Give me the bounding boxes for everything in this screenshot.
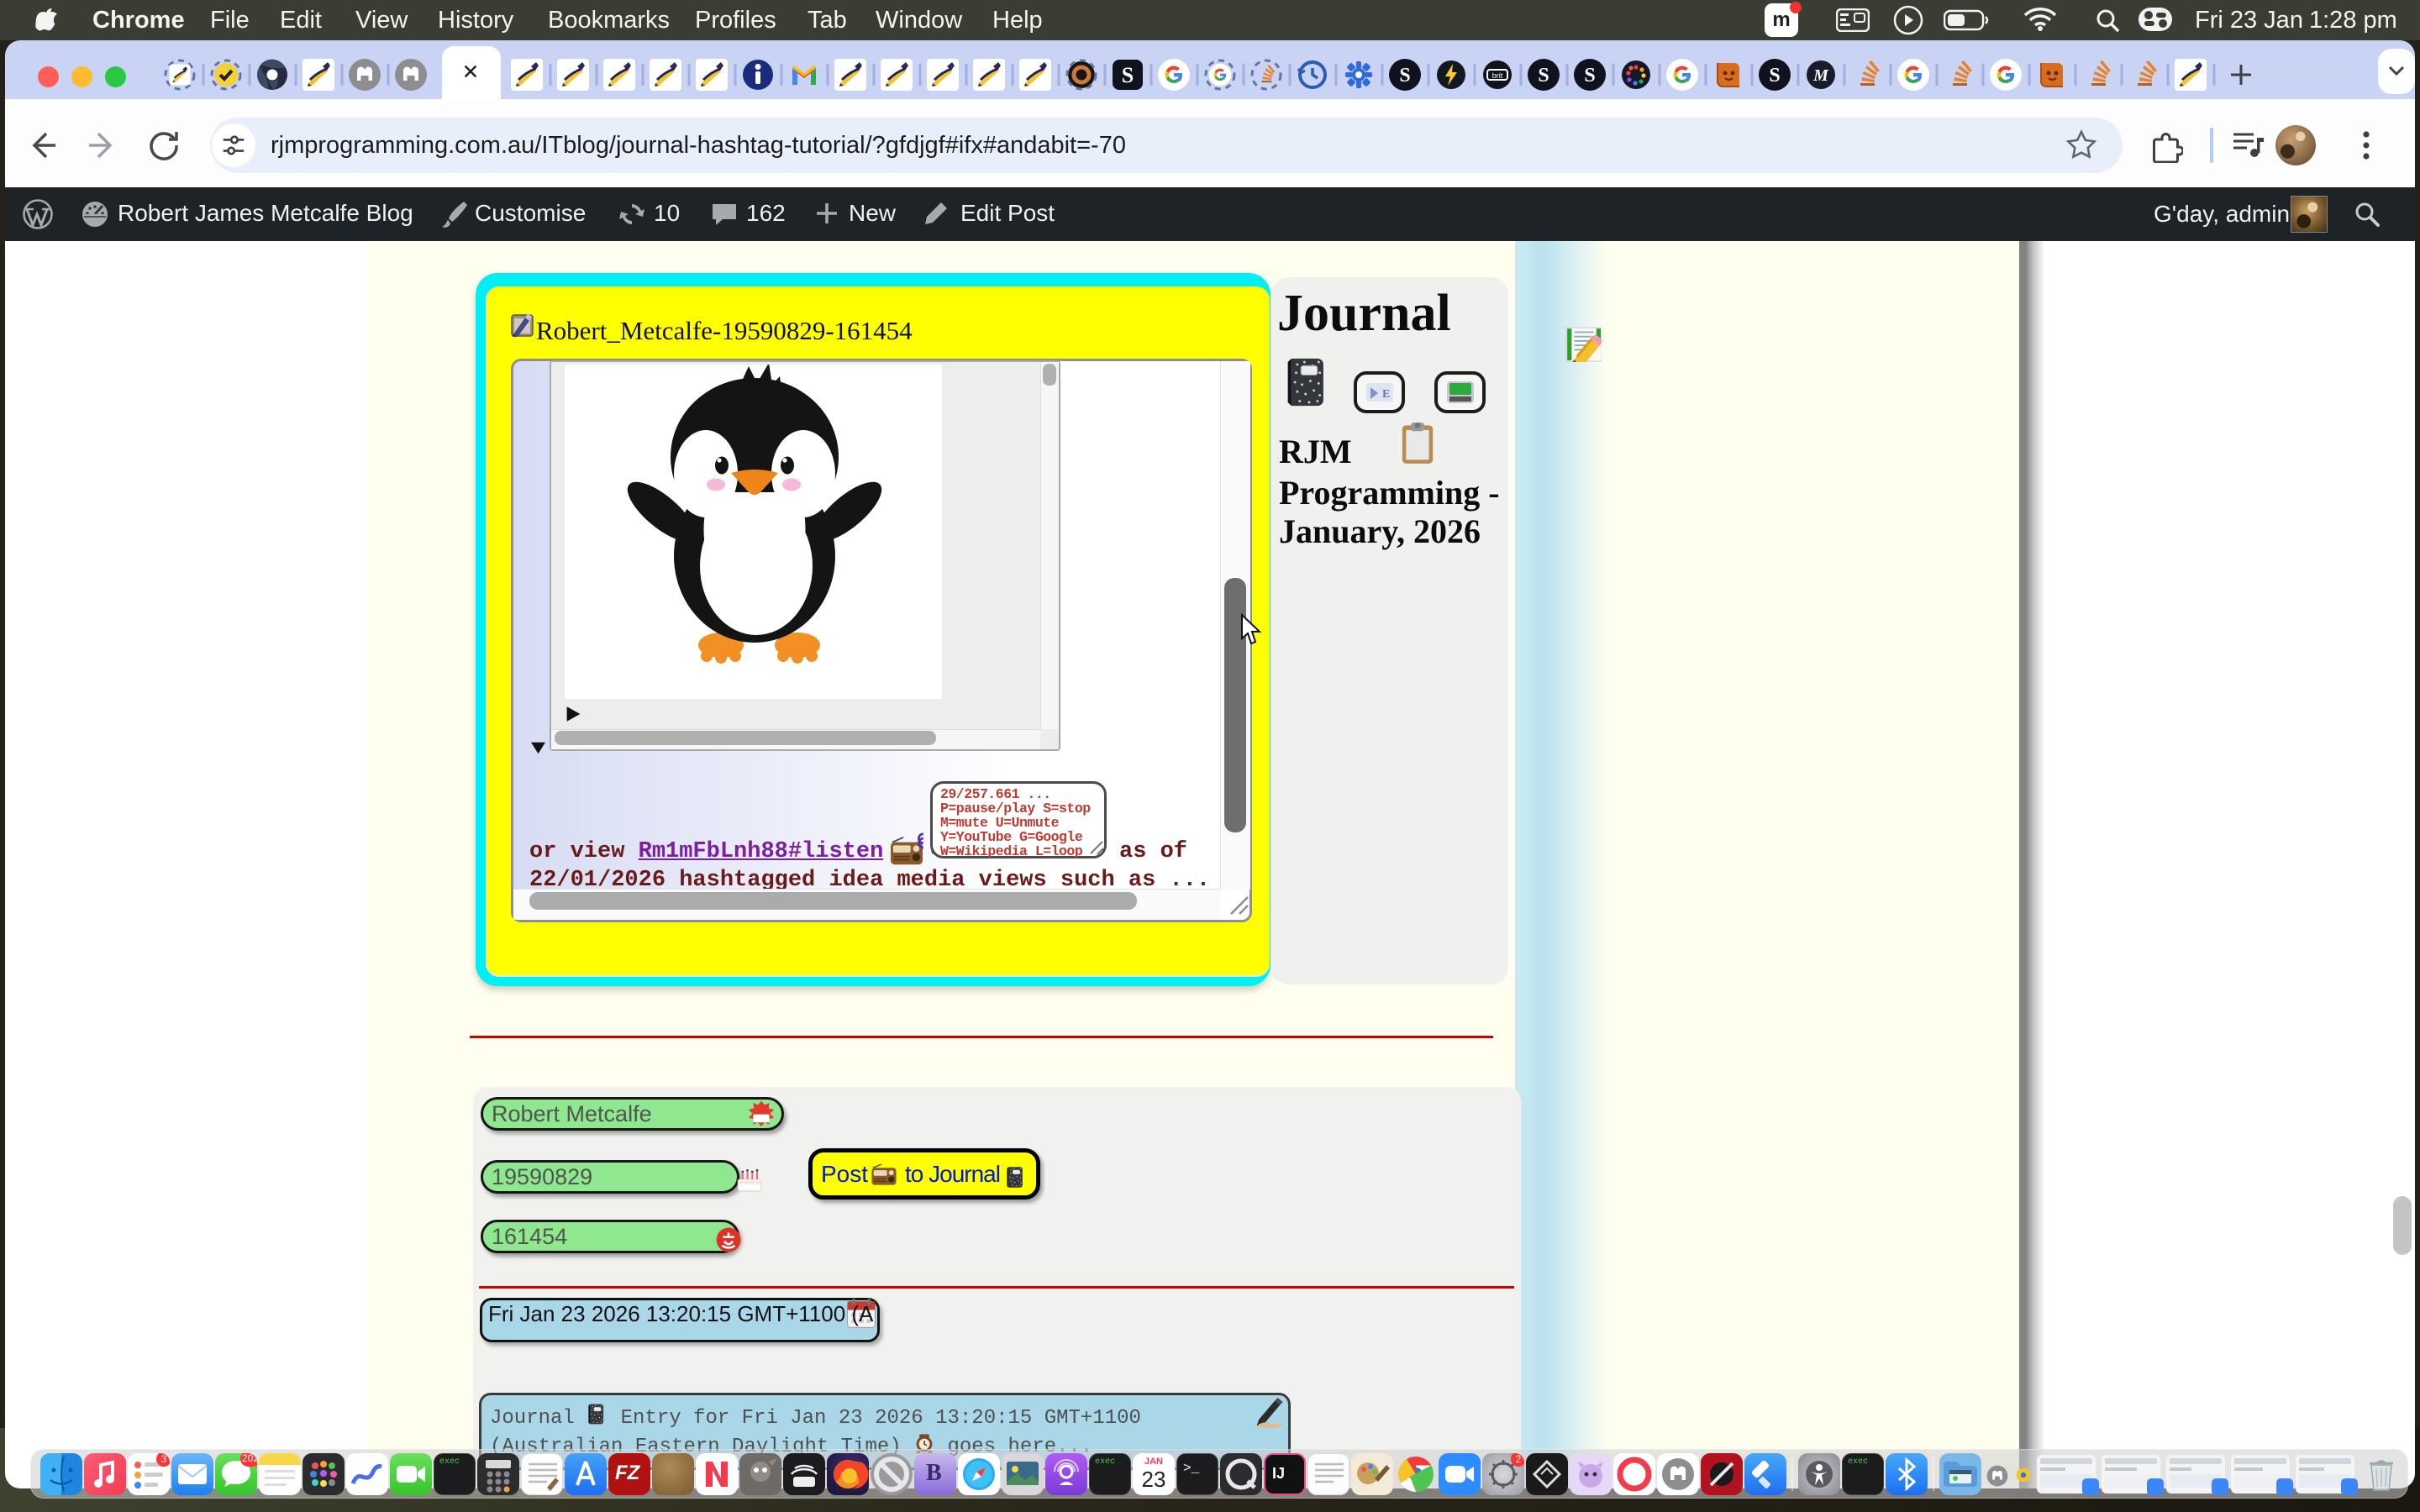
svg-text:E: E [1382, 388, 1390, 401]
